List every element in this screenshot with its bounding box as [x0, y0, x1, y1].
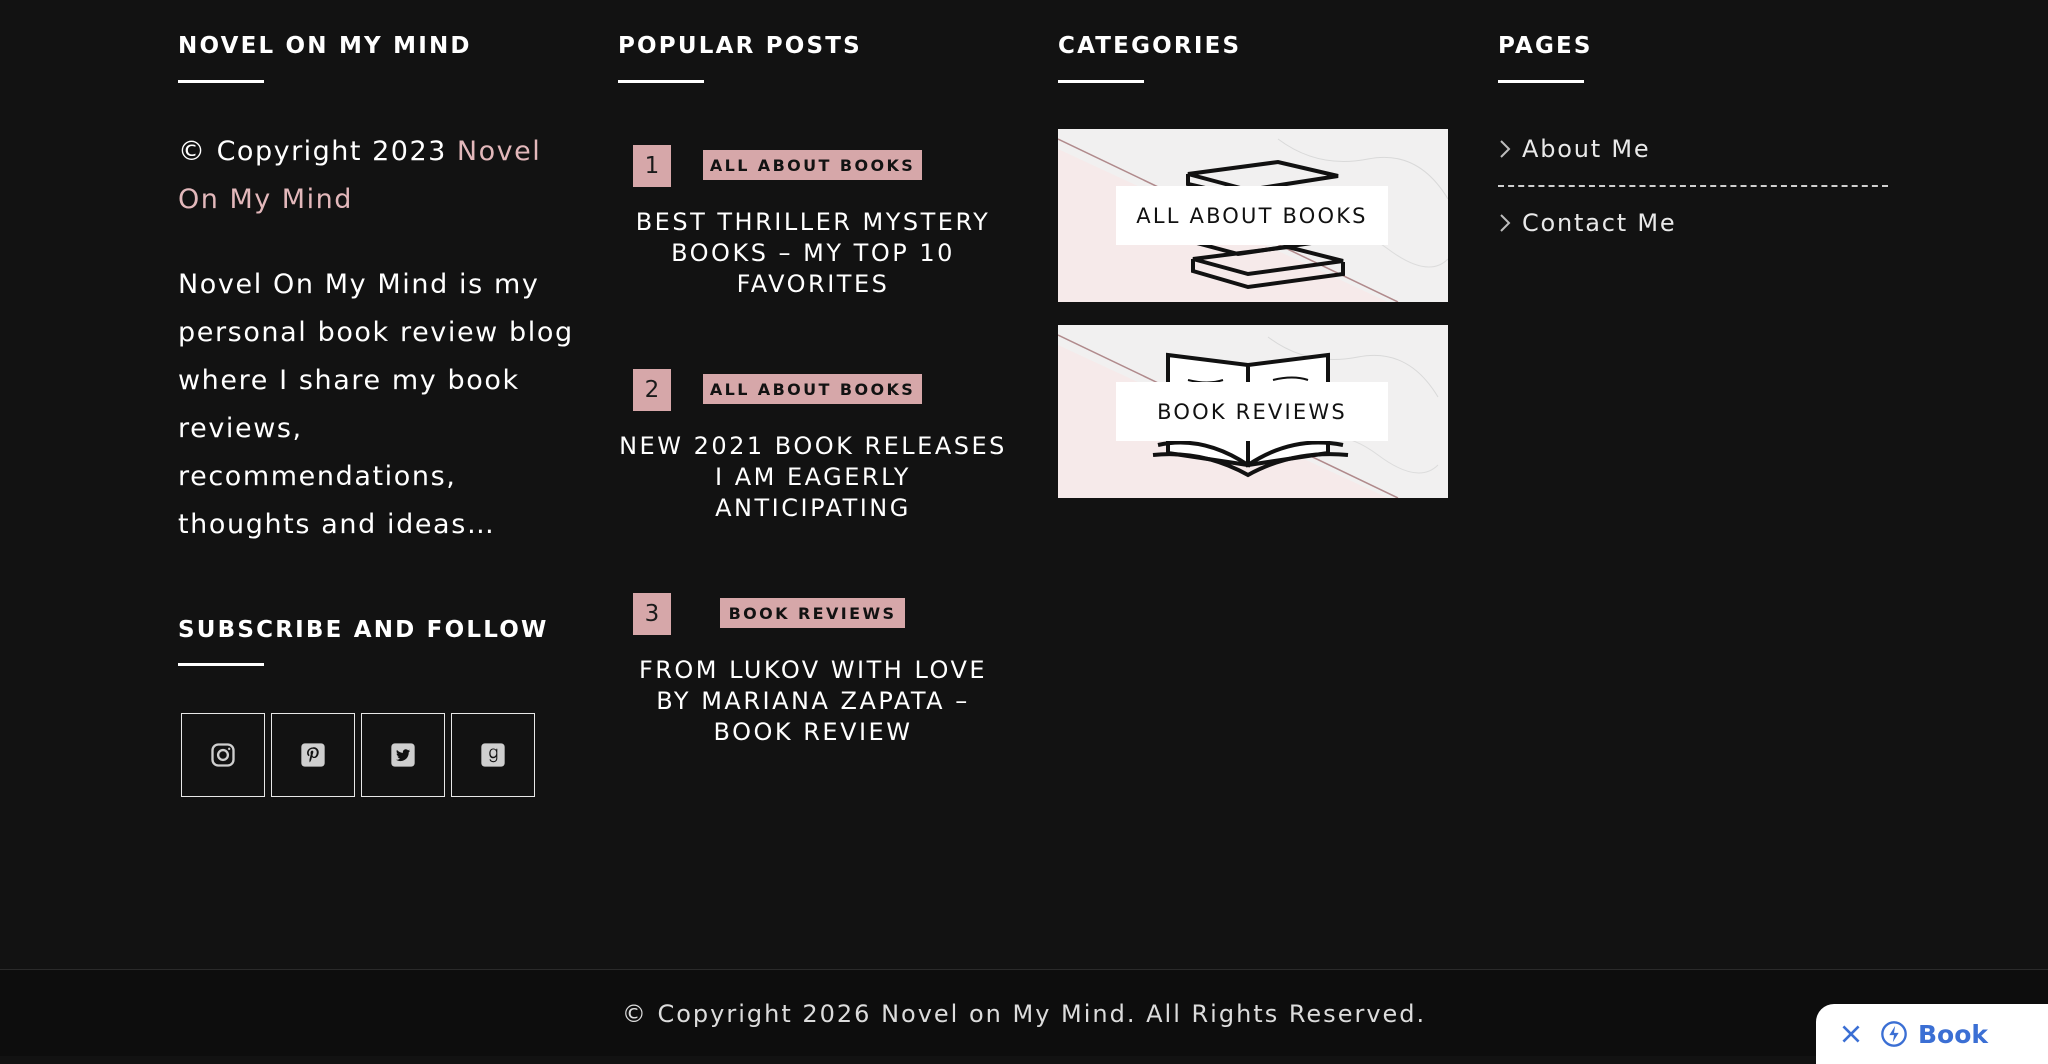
about-description: Novel On My Mind is my personal book rev…	[178, 269, 574, 540]
about-copyright: © Copyright 2023 Novel On My Mind	[178, 128, 578, 224]
pinterest-icon	[301, 743, 325, 767]
instagram-icon	[211, 743, 235, 767]
title-underline	[618, 80, 704, 83]
page-link-about-me[interactable]: About Me	[1498, 129, 1888, 169]
close-icon[interactable]	[1838, 1021, 1864, 1047]
post-rank-badge: 1	[633, 145, 671, 187]
page-link-label: About Me	[1522, 135, 1651, 163]
widget-title-popular: POPULAR POSTS	[618, 33, 862, 59]
post-category-tag[interactable]: ALL ABOUT BOOKS	[703, 374, 922, 404]
title-underline	[178, 80, 264, 83]
page-link-label: Contact Me	[1522, 209, 1677, 237]
page-link-contact-me[interactable]: Contact Me	[1498, 203, 1888, 243]
category-label: ALL ABOUT BOOKS	[1116, 186, 1388, 245]
title-underline	[178, 663, 264, 666]
footer-widgets: NOVEL ON MY MIND © Copyright 2023 Novel …	[0, 0, 2048, 970]
booking-widget: Book	[1816, 1004, 2048, 1064]
book-button[interactable]: Book	[1880, 1020, 1988, 1049]
post-rank-badge: 3	[633, 593, 671, 635]
post-rank-badge: 2	[633, 369, 671, 411]
title-underline	[1498, 80, 1584, 83]
divider	[1498, 185, 1888, 187]
twitter-button[interactable]	[361, 713, 445, 797]
widget-title-subscribe: SUBSCRIBE AND FOLLOW	[178, 617, 549, 643]
footer-copyright: © Copyright 2026 Novel on My Mind. All R…	[621, 1000, 1427, 1028]
chevron-right-icon	[1498, 139, 1522, 159]
category-card-book-reviews[interactable]: BOOK REVIEWS	[1058, 325, 1448, 498]
category-card-all-about-books[interactable]: ALL ABOUT BOOKS	[1058, 129, 1448, 302]
widget-title-pages: PAGES	[1498, 33, 1593, 59]
post-title-link[interactable]: FROM LUKOV WITH LOVE BY MARIANA ZAPATA –…	[618, 655, 1008, 748]
widget-title-categories: CATEGORIES	[1058, 33, 1242, 59]
post-title-link[interactable]: BEST THRILLER MYSTERY BOOKS – MY TOP 10 …	[618, 207, 1008, 300]
copyright-prefix: © Copyright 2023	[178, 136, 457, 167]
lightning-bolt-icon	[1881, 1021, 1907, 1047]
pinterest-button[interactable]	[271, 713, 355, 797]
post-title-link[interactable]: NEW 2021 BOOK RELEASES I AM EAGERLY ANTI…	[618, 431, 1008, 524]
post-category-tag[interactable]: BOOK REVIEWS	[720, 598, 905, 628]
chevron-right-icon	[1498, 213, 1522, 233]
footer-bottom-bar: © Copyright 2026 Novel on My Mind. All R…	[0, 969, 2048, 1056]
post-category-tag[interactable]: ALL ABOUT BOOKS	[703, 150, 922, 180]
category-label: BOOK REVIEWS	[1116, 382, 1388, 441]
twitter-icon	[391, 743, 415, 767]
title-underline	[1058, 80, 1144, 83]
goodreads-button[interactable]	[451, 713, 535, 797]
book-button-label: Book	[1918, 1019, 1989, 1049]
instagram-button[interactable]	[181, 713, 265, 797]
social-links	[181, 713, 535, 797]
goodreads-icon	[481, 743, 505, 767]
widget-title-about: NOVEL ON MY MIND	[178, 33, 472, 59]
